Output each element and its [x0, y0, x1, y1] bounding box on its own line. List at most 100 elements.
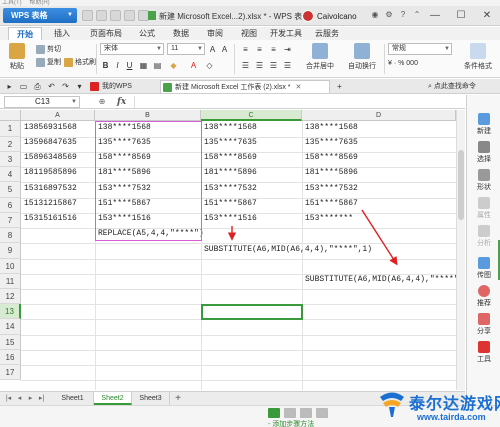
column-header-c[interactable]: C	[201, 110, 302, 121]
row-header[interactable]: 3	[0, 152, 21, 167]
clear-format-icon[interactable]: ◇	[204, 60, 215, 71]
tab-formulas[interactable]: 公式	[132, 27, 162, 40]
cell-a4[interactable]: 18119585896	[21, 168, 77, 177]
cell-c3[interactable]: 158****8569	[201, 153, 257, 162]
cell-a3[interactable]: 15896348569	[21, 153, 77, 162]
undo-icon[interactable]: ↶	[46, 81, 57, 92]
row-header[interactable]: 9	[0, 243, 21, 259]
print-icon[interactable]	[110, 10, 121, 21]
align-center-icon[interactable]: ☰	[254, 60, 265, 71]
bold-button[interactable]: B	[100, 60, 111, 71]
wrap-text-button[interactable]: 自动换行	[342, 43, 382, 71]
font-size-select[interactable]: 11 ▼	[167, 43, 205, 55]
sheet-tab-sheet1[interactable]: Sheet1	[52, 392, 94, 405]
cell-c2[interactable]: 135****7635	[201, 138, 257, 147]
cell-c9-formula[interactable]: SUBSTITUTE(A6,MID(A6,4,4),"****",1)	[201, 245, 372, 254]
cell-c5[interactable]: 153****7532	[201, 184, 257, 193]
cell-c6[interactable]: 151****5867	[201, 199, 257, 208]
panel-shapes[interactable]: 形状	[467, 169, 500, 192]
tab-home[interactable]: 开始	[8, 27, 42, 40]
row-header[interactable]: 6	[0, 198, 21, 213]
tab-cloud[interactable]: 云服务	[310, 27, 344, 40]
justify-icon[interactable]: ☰	[282, 60, 293, 71]
user-name[interactable]: Caivolcano	[317, 12, 357, 21]
cell-c7[interactable]: 153****1516	[201, 214, 257, 223]
prev-sheet-icon[interactable]: ◂	[15, 393, 24, 405]
reading-view-icon[interactable]	[316, 408, 328, 418]
normal-view-icon[interactable]	[268, 408, 280, 418]
add-tab-icon[interactable]: +	[334, 81, 345, 92]
tab-data[interactable]: 数据	[166, 27, 196, 40]
cell-d7[interactable]: 153*******	[302, 214, 353, 223]
undo-icon[interactable]	[124, 10, 135, 21]
cell-d2[interactable]: 135****7635	[302, 138, 358, 147]
align-bottom-icon[interactable]: ≡	[268, 44, 279, 55]
merge-cells-icon[interactable]: ▤	[152, 60, 163, 71]
number-symbols[interactable]: ¥ · % 000	[388, 60, 418, 67]
row-header[interactable]: 17	[0, 365, 21, 380]
italic-button[interactable]: I	[112, 60, 123, 71]
open-icon[interactable]	[96, 10, 107, 21]
cell-c4[interactable]: 181****5896	[201, 168, 257, 177]
page-break-view-icon[interactable]	[300, 408, 312, 418]
tab-developer[interactable]: 开发工具	[266, 27, 306, 40]
cell-a1[interactable]: 13856931568	[21, 123, 77, 132]
spreadsheet-grid[interactable]: A B C D 1 2 3 4 5 6 7 8 9 10 11 12 13 14…	[0, 110, 465, 390]
user-account[interactable]: Caivolcano	[302, 9, 357, 23]
tab-active-document[interactable]: 新建 Microsoft Excel 工作表 (2).xlsx * ✕	[160, 80, 330, 93]
cell-a6[interactable]: 15131215867	[21, 199, 77, 208]
border-icon[interactable]: ▦	[138, 60, 149, 71]
cell-d5[interactable]: 153****7532	[302, 184, 358, 193]
cut-button[interactable]: 剪切	[36, 44, 61, 54]
close-icon[interactable]: ✕	[474, 7, 500, 24]
font-color-icon[interactable]: A	[188, 60, 199, 71]
more-icon[interactable]: ▾	[74, 81, 85, 92]
column-header-a[interactable]: A	[21, 110, 95, 121]
sheet-tab-sheet2[interactable]: Sheet2	[94, 392, 132, 405]
number-format-select[interactable]: 常规 ▼	[388, 43, 452, 55]
cell-d1[interactable]: 138****1568	[302, 123, 358, 132]
cell-d6[interactable]: 151****5867	[302, 199, 358, 208]
selected-cell-c13[interactable]	[201, 304, 303, 320]
panel-recommend[interactable]: 推荐	[467, 285, 500, 308]
row-header[interactable]: 16	[0, 350, 21, 365]
panel-tools[interactable]: 工具	[467, 341, 500, 364]
row-header[interactable]: 11	[0, 274, 21, 289]
align-middle-icon[interactable]: ≡	[254, 44, 265, 55]
select-all-corner[interactable]	[0, 110, 21, 121]
help-icon[interactable]: ?	[398, 10, 408, 20]
zoom-formula-icon[interactable]: ⊕	[96, 96, 108, 108]
name-box[interactable]: C13 ▼	[4, 96, 80, 108]
panel-properties[interactable]: 属性	[467, 197, 500, 220]
sheet-tab-sheet3[interactable]: Sheet3	[132, 392, 170, 405]
panel-new[interactable]: 新建	[467, 113, 500, 136]
underline-button[interactable]: U	[124, 60, 135, 71]
row-header[interactable]: 15	[0, 335, 21, 350]
formula-input[interactable]	[134, 96, 464, 108]
conditional-format-button[interactable]: 条件格式	[458, 43, 498, 71]
redo-icon[interactable]: ↷	[60, 81, 71, 92]
open-folder-icon[interactable]: ▭	[18, 81, 29, 92]
insert-function-button[interactable]: fx	[117, 95, 126, 109]
panel-select[interactable]: 选择	[467, 141, 500, 164]
merge-center-button[interactable]: 合并居中	[300, 43, 340, 71]
cell-d3[interactable]: 158****8569	[302, 153, 358, 162]
print-preview-icon[interactable]: ⎙	[32, 81, 43, 92]
row-header[interactable]: 1	[0, 121, 21, 137]
wps-app-button[interactable]: WPS 表格 ▼	[3, 8, 77, 23]
close-tab-icon[interactable]: ✕	[296, 84, 302, 91]
scrollbar-thumb[interactable]	[458, 150, 464, 220]
tab-insert[interactable]: 插入	[47, 27, 77, 40]
row-header[interactable]: 13	[0, 304, 21, 319]
align-left-icon[interactable]: ☰	[240, 60, 251, 71]
panel-share[interactable]: 分享	[467, 313, 500, 336]
ribbon-collapse-icon[interactable]: ⌃	[412, 10, 422, 20]
row-header[interactable]: 4	[0, 167, 21, 182]
cell-a5[interactable]: 15316897532	[21, 184, 77, 193]
panel-analysis[interactable]: 分析	[467, 225, 500, 248]
column-header-d[interactable]: D	[302, 110, 456, 121]
column-header-b[interactable]: B	[95, 110, 201, 121]
align-top-icon[interactable]: ≡	[240, 44, 251, 55]
indent-icon[interactable]: ⇥	[282, 44, 293, 55]
row-header[interactable]: 12	[0, 289, 21, 304]
